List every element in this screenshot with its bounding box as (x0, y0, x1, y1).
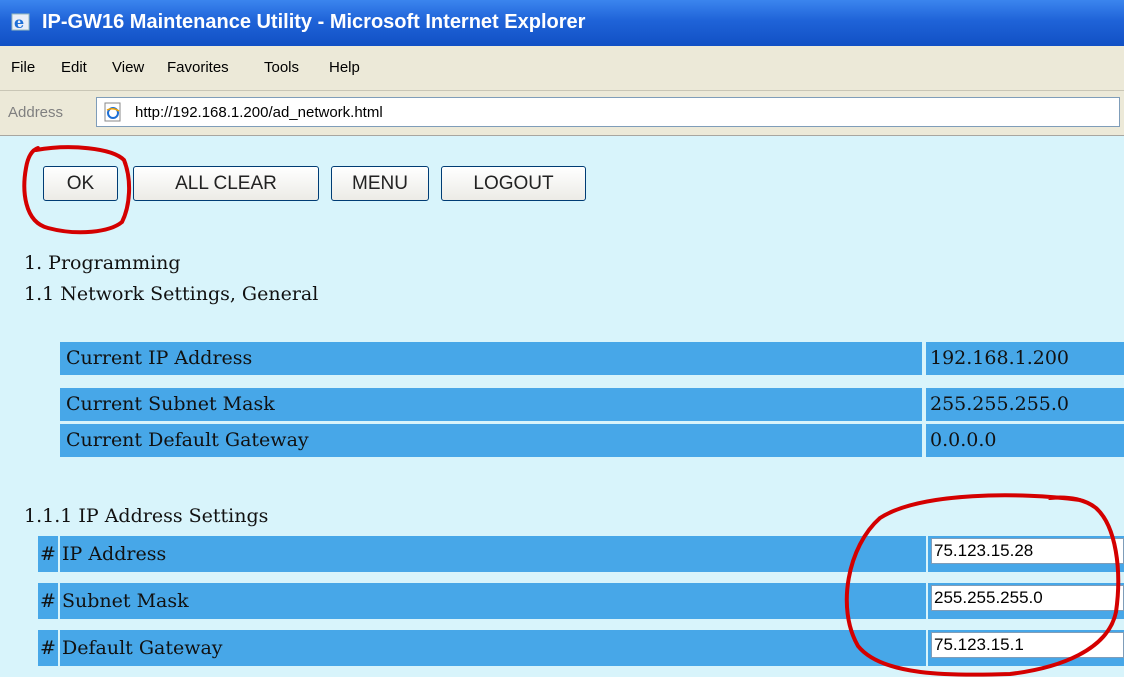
address-bar: Address http://192.168.1.200/ad_network.… (0, 91, 1124, 136)
default-gateway-row: # Default Gateway (38, 630, 1124, 666)
subsection-heading: 1.1 Network Settings, General (24, 283, 319, 305)
subnet-mask-input[interactable] (931, 585, 1124, 611)
current-ip-value: 192.168.1.200 (926, 342, 1124, 375)
menu-tools[interactable]: Tools (264, 59, 299, 76)
current-gateway-row: Current Default Gateway 0.0.0.0 (60, 424, 1124, 457)
menu-view[interactable]: View (112, 59, 144, 76)
address-label: Address (8, 104, 64, 121)
menu-button[interactable]: MENU (331, 166, 429, 201)
current-gateway-value: 0.0.0.0 (926, 424, 1124, 457)
ip-address-label: IP Address (60, 536, 926, 572)
ie-page-icon (104, 102, 121, 122)
default-gateway-label: Default Gateway (60, 630, 926, 666)
ie-window-icon: e (11, 13, 30, 32)
required-marker: # (38, 630, 58, 666)
current-ip-label: Current IP Address (60, 342, 922, 375)
menu-favorites[interactable]: Favorites (167, 59, 229, 76)
ok-button[interactable]: OK (43, 166, 118, 201)
current-subnet-value: 255.255.255.0 (926, 388, 1124, 421)
required-marker: # (38, 536, 58, 572)
logout-button[interactable]: LOGOUT (441, 166, 586, 201)
address-field[interactable]: http://192.168.1.200/ad_network.html (96, 97, 1120, 127)
ip-address-input[interactable] (931, 538, 1124, 564)
menu-edit[interactable]: Edit (61, 59, 87, 76)
address-url[interactable]: http://192.168.1.200/ad_network.html (135, 104, 383, 121)
current-gateway-label: Current Default Gateway (60, 424, 922, 457)
menu-bar: File Edit View Favorites Tools Help (0, 46, 1124, 91)
svg-text:e: e (14, 13, 24, 32)
default-gateway-input[interactable] (931, 632, 1124, 658)
current-subnet-label: Current Subnet Mask (60, 388, 922, 421)
section-heading: 1. Programming (24, 252, 181, 274)
ip-address-row: # IP Address (38, 536, 1124, 572)
required-marker: # (38, 583, 58, 619)
current-ip-row: Current IP Address 192.168.1.200 (60, 342, 1124, 375)
menu-file[interactable]: File (11, 59, 35, 76)
window-title-bar: e IP-GW16 Maintenance Utility - Microsof… (0, 0, 1124, 46)
all-clear-button[interactable]: ALL CLEAR (133, 166, 319, 201)
subnet-mask-row: # Subnet Mask (38, 583, 1124, 619)
menu-help[interactable]: Help (329, 59, 360, 76)
current-subnet-row: Current Subnet Mask 255.255.255.0 (60, 388, 1124, 421)
ip-settings-heading: 1.1.1 IP Address Settings (24, 505, 269, 527)
window-title: IP-GW16 Maintenance Utility - Microsoft … (42, 11, 586, 33)
subnet-mask-label: Subnet Mask (60, 583, 926, 619)
